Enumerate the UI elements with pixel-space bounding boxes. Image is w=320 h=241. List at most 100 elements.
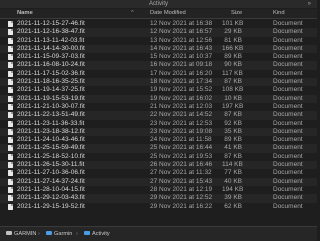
file-size: 35 KB [224, 127, 242, 135]
file-size: 117 KB [222, 69, 243, 77]
document-icon [8, 145, 13, 152]
file-date-modified: 14 Nov 2021 at 16:43 [150, 44, 213, 52]
file-date-modified: 19 Nov 2021 at 15:52 [150, 86, 213, 94]
file-row[interactable]: 2021-11-14-14-30-00.fit 14 Nov 2021 at 16… [0, 44, 317, 54]
file-list: 2021-11-12-15-27-46.fit 12 Nov 2021 at 16… [0, 20, 317, 211]
file-row[interactable]: 2021-11-16-08-10-24.fit 16 Nov 2021 at 09… [0, 61, 317, 70]
file-size: 29 KB [224, 28, 242, 36]
file-date-modified: 21 Nov 2021 at 12:03 [150, 102, 213, 110]
document-icon [8, 178, 13, 185]
document-icon [8, 95, 13, 102]
folder-icon [84, 230, 90, 235]
file-kind: Document [273, 111, 303, 119]
window-title: Activity [148, 1, 168, 7]
file-size: 108 KB [222, 86, 244, 94]
column-header-name[interactable]: Name [17, 9, 33, 18]
file-kind: Document [273, 202, 303, 210]
file-date-modified: 17 Nov 2021 at 16:20 [150, 69, 213, 77]
file-row[interactable]: 2021-11-25-18-52-10.fit 25 Nov 2021 at 19… [0, 153, 317, 161]
file-row[interactable]: 2021-11-29-12-03-43.fit 29 Nov 2021 at 12… [0, 194, 317, 203]
file-size: 166 KB [222, 44, 244, 52]
path-crumb-garmin[interactable]: Garmin [46, 227, 72, 241]
path-separator-icon: › [38, 231, 40, 237]
file-name: 2021-11-18-16-35-25.fit [17, 78, 85, 86]
file-size: 81 KB [224, 36, 242, 44]
file-date-modified: 22 Nov 2021 at 14:52 [150, 111, 213, 119]
file-name: 2021-11-25-18-52-10.fit [17, 152, 85, 160]
file-size: 87 KB [224, 152, 242, 160]
file-row[interactable]: 2021-11-23-11-36-33.fit 23 Nov 2021 at 12… [0, 120, 317, 128]
file-size: 92 KB [224, 119, 242, 127]
file-kind: Document [273, 119, 303, 127]
document-icon [8, 70, 13, 77]
path-crumb-label: Garmin [54, 231, 73, 237]
file-row[interactable]: 2021-11-21-10-30-07.fit 21 Nov 2021 at 12… [0, 103, 317, 111]
path-crumb-garmin[interactable]: GARMIN [6, 227, 36, 241]
document-icon [8, 128, 13, 135]
column-header-size[interactable]: Size [231, 9, 242, 18]
file-row[interactable]: 2021-11-19-14-37-25.fit 19 Nov 2021 at 15… [0, 86, 317, 94]
file-size: 62 KB [224, 202, 242, 210]
file-row[interactable]: 2021-11-15-09-37-03.fit 15 Nov 2021 at 10… [0, 53, 317, 61]
file-name: 2021-11-23-18-38-12.fit [17, 127, 85, 135]
file-date-modified: 25 Nov 2021 at 19:53 [150, 152, 213, 160]
file-name: 2021-11-15-09-37-03.fit [17, 53, 85, 61]
file-row[interactable]: 2021-11-29-15-19-52.fit 29 Nov 2021 at 16… [0, 203, 317, 211]
file-name: 2021-11-14-14-30-00.fit [17, 44, 85, 52]
file-date-modified: 15 Nov 2021 at 10:37 [150, 53, 213, 61]
document-icon [8, 162, 13, 169]
file-row[interactable]: 2021-11-27-10-36-06.fit 27 Nov 2021 at 11… [0, 169, 317, 177]
file-date-modified: 18 Nov 2021 at 17:34 [150, 78, 213, 86]
chevron-right-icon[interactable]: » [308, 0, 311, 8]
file-kind: Document [273, 185, 303, 193]
file-size: 90 KB [224, 61, 242, 69]
file-size: 77 KB [224, 169, 242, 177]
file-row[interactable]: 2021-11-19-15-53-19.fit 19 Nov 2021 at 16… [0, 94, 317, 103]
document-icon [8, 120, 13, 127]
file-name: 2021-11-19-15-53-19.fit [17, 94, 85, 102]
file-kind: Document [273, 61, 303, 69]
document-icon [8, 137, 13, 144]
file-row[interactable]: 2021-11-12-15-27-46.fit 12 Nov 2021 at 16… [0, 20, 317, 28]
file-name: 2021-11-13-11-42-03.fit [17, 36, 85, 44]
file-date-modified: 29 Nov 2021 at 16:22 [150, 202, 213, 210]
file-size: 10 KB [224, 94, 242, 102]
file-row[interactable]: 2021-11-17-15-02-36.fit 17 Nov 2021 at 16… [0, 70, 317, 78]
path-crumb-label: Activity [92, 231, 110, 237]
file-name: 2021-11-21-10-30-07.fit [17, 102, 85, 110]
file-kind: Document [273, 20, 303, 27]
file-row[interactable]: 2021-11-12-16-38-47.fit 12 Nov 2021 at 16… [0, 28, 317, 37]
document-icon [8, 37, 13, 44]
file-row[interactable]: 2021-11-26-15-30-11.fit 26 Nov 2021 at 16… [0, 161, 317, 170]
file-name: 2021-11-27-14-37-24.fit [17, 177, 85, 185]
file-name: 2021-11-22-13-51-49.fit [17, 111, 85, 119]
file-row[interactable]: 2021-11-25-15-59-49.fit 25 Nov 2021 at 16… [0, 144, 317, 153]
file-name: 2021-11-29-15-19-52.fit [17, 202, 85, 210]
window-titlebar: Activity » [0, 0, 317, 8]
document-icon [8, 170, 13, 177]
file-row[interactable]: 2021-11-24-10-43-46.fit 24 Nov 2021 at 11… [0, 136, 317, 144]
file-row[interactable]: 2021-11-18-16-35-25.fit 18 Nov 2021 at 17… [0, 78, 317, 87]
column-header-date-modified[interactable]: Date Modified [150, 9, 186, 18]
file-row[interactable]: 2021-11-27-14-37-24.fit 27 Nov 2021 at 15… [0, 177, 317, 186]
file-size: 87 KB [224, 111, 242, 119]
file-name: 2021-11-25-15-59-49.fit [17, 144, 85, 152]
file-name: 2021-11-26-15-30-11.fit [17, 161, 85, 169]
file-kind: Document [273, 161, 303, 169]
path-crumb-activity[interactable]: Activity [84, 227, 110, 241]
file-size: 39 KB [224, 194, 242, 202]
folder-icon [46, 230, 52, 235]
file-kind: Document [273, 152, 303, 160]
file-row[interactable]: 2021-11-13-11-42-03.fit 13 Nov 2021 at 12… [0, 37, 317, 45]
file-row[interactable]: 2021-11-22-13-51-49.fit 22 Nov 2021 at 14… [0, 111, 317, 120]
column-header-kind[interactable]: Kind [273, 9, 285, 18]
document-icon [8, 103, 13, 110]
file-row[interactable]: 2021-11-28-10-04-15.fit 28 Nov 2021 at 12… [0, 186, 317, 194]
document-icon [8, 79, 13, 86]
file-kind: Document [273, 144, 303, 152]
file-name: 2021-11-28-10-04-15.fit [17, 185, 85, 193]
document-icon [8, 54, 13, 61]
column-header-row: Name ^ Date Modified Size Kind [0, 9, 317, 19]
file-size: 114 KB [222, 161, 243, 169]
file-row[interactable]: 2021-11-23-18-38-12.fit 23 Nov 2021 at 19… [0, 127, 317, 137]
